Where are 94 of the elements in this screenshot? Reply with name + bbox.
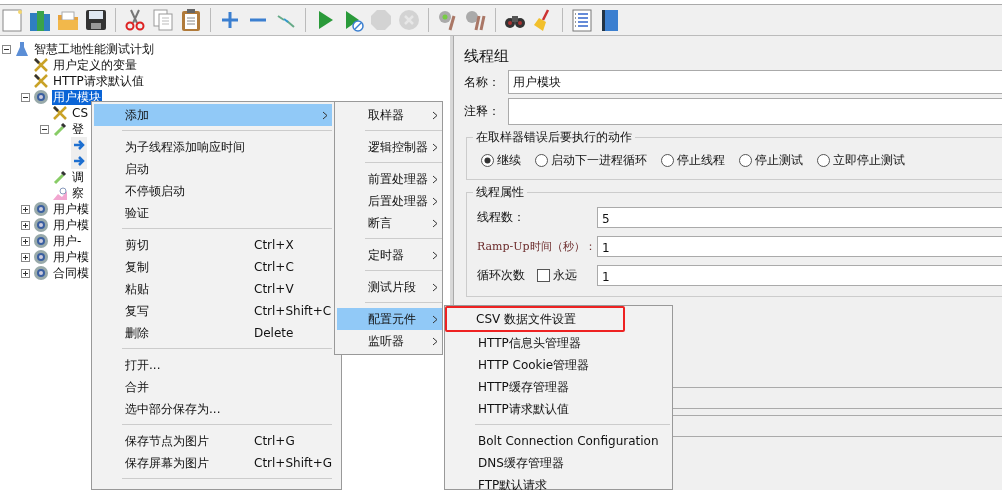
menu-item[interactable]: 添加 — [94, 104, 332, 126]
radio-off-icon — [739, 154, 752, 167]
input-field[interactable]: 1 — [597, 236, 1002, 257]
menu-item[interactable]: 前置处理器 — [337, 168, 442, 190]
checkbox[interactable]: 永远 — [537, 267, 577, 284]
menu-item[interactable]: HTTP缓存管理器 — [447, 376, 670, 398]
expand-icon[interactable] — [21, 204, 30, 214]
input-field[interactable]: 5 — [597, 207, 1002, 228]
radio-button[interactable]: 继续 — [481, 152, 521, 169]
unchecked-icon — [537, 269, 550, 282]
dropper-icon — [52, 121, 68, 137]
radio-off-icon — [535, 154, 548, 167]
group-title: 在取样器错误后要执行的动作 — [473, 129, 635, 146]
radio-off-icon — [817, 154, 830, 167]
tree-item[interactable]: 用户模 — [52, 217, 90, 233]
field-label: 线程数： — [477, 209, 526, 226]
save-icon[interactable] — [84, 8, 108, 32]
wrench-icon — [33, 57, 49, 73]
menu-item[interactable]: HTTP请求默认值 — [447, 398, 670, 420]
menu-item[interactable]: 保存节点为图片 Ctrl+G — [94, 430, 332, 452]
dropper-icon — [52, 169, 68, 185]
radio-button[interactable]: 启动下一进程循环 — [535, 152, 647, 169]
expand-icon[interactable] — [21, 252, 30, 262]
menu-item[interactable]: HTTP信息头管理器 — [447, 332, 670, 354]
gear-icon — [33, 233, 49, 249]
menu-item[interactable]: 粘贴 Ctrl+V — [94, 278, 332, 300]
expand-icon[interactable] — [21, 220, 30, 230]
menu-item[interactable]: 保存屏幕为图片 Ctrl+Shift+G — [94, 452, 332, 474]
menu-item[interactable]: 合并 — [94, 376, 332, 398]
collapse-icon[interactable] — [21, 92, 30, 102]
menu-item[interactable]: 验证 — [94, 202, 332, 224]
chart-icon — [52, 185, 68, 201]
gear-icon — [33, 201, 49, 217]
menu-item[interactable]: 断言 — [337, 212, 442, 234]
menu-item[interactable]: 测试片段 — [337, 276, 442, 298]
flask-icon — [14, 41, 30, 57]
menu-item[interactable]: 后置处理器 — [337, 190, 442, 212]
menu-item[interactable]: DNS缓存管理器 — [447, 452, 670, 474]
radio-on-icon — [481, 154, 494, 167]
menu-item[interactable]: 定时器 — [337, 244, 442, 266]
panel-title: 线程组 — [464, 46, 510, 67]
menu-item[interactable]: 复制 Ctrl+C — [94, 256, 332, 278]
radio-button[interactable]: 立即停止测试 — [817, 152, 905, 169]
field-label: 注释： — [464, 103, 501, 120]
tree-item[interactable]: CS — [71, 105, 89, 121]
gear-icon — [33, 265, 49, 281]
menu-item[interactable]: 配置元件 — [337, 308, 442, 330]
menu-item[interactable]: 启动 — [94, 158, 332, 180]
tree-item[interactable]: 调 — [71, 169, 85, 185]
menu-item[interactable]: 打开... — [94, 354, 332, 376]
gear-icon — [33, 249, 49, 265]
tree-item[interactable]: 智慧工地性能测试计划 — [33, 41, 155, 57]
radio-button[interactable]: 停止线程 — [661, 152, 725, 169]
wrench-icon — [52, 105, 68, 121]
collapse-icon[interactable] — [2, 44, 11, 54]
field-label: 循环次数 — [477, 267, 525, 284]
menu-item[interactable]: 不停顿启动 — [94, 180, 332, 202]
menu-item[interactable]: CSV 数据文件设置 — [447, 308, 623, 330]
gear-icon — [33, 217, 49, 233]
collapse-icon[interactable] — [40, 124, 49, 134]
field-label: Ramp-Up时间（秒）： — [477, 239, 597, 254]
tree-item[interactable]: 登 — [71, 121, 85, 137]
menu-item[interactable]: 监听器 — [337, 330, 442, 352]
group-title: 线程属性 — [473, 184, 527, 201]
tree-item[interactable]: 察 — [71, 185, 85, 201]
menu-item[interactable]: 取样器 — [337, 104, 442, 126]
tree-item[interactable]: 用户定义的变量 — [52, 57, 138, 73]
wrench-icon — [33, 73, 49, 89]
input-field[interactable] — [508, 98, 1002, 125]
input-field[interactable]: 1 — [597, 265, 1002, 286]
menu-item[interactable]: FTP默认请求 — [447, 474, 670, 490]
field-label: 名称： — [464, 73, 501, 91]
tree-item[interactable]: 用户- — [52, 233, 83, 249]
clipboard-icon[interactable] — [179, 8, 203, 32]
menu-item[interactable]: 为子线程添加响应时间 — [94, 136, 332, 158]
expand-icon[interactable] — [21, 236, 30, 246]
menu-item[interactable]: 删除 Delete — [94, 322, 332, 344]
radio-button[interactable]: 停止测试 — [739, 152, 803, 169]
books-icon[interactable] — [28, 8, 52, 32]
menu-item[interactable]: 复写 Ctrl+Shift+C — [94, 300, 332, 322]
radio-off-icon — [661, 154, 674, 167]
menu-item[interactable]: 选中部分保存为... — [94, 398, 332, 420]
menu-item[interactable]: 逻辑控制器 — [337, 136, 442, 158]
menu-item[interactable]: HTTP Cookie管理器 — [447, 354, 670, 376]
menu-item[interactable]: 剪切 Ctrl+X — [94, 234, 332, 256]
expand-icon[interactable] — [21, 268, 30, 278]
menu-item[interactable]: Bolt Connection Configuration — [447, 430, 670, 452]
tree-item[interactable]: 用户模 — [52, 249, 90, 265]
gear-icon — [33, 89, 49, 105]
tree-item[interactable]: HTTP请求默认值 — [52, 73, 145, 89]
tree-item[interactable]: 合同模 — [52, 265, 90, 281]
tree-item[interactable]: 用户模 — [52, 201, 90, 217]
input-field[interactable]: 用户模块 — [508, 70, 1002, 94]
scissors-icon[interactable] — [123, 8, 147, 32]
